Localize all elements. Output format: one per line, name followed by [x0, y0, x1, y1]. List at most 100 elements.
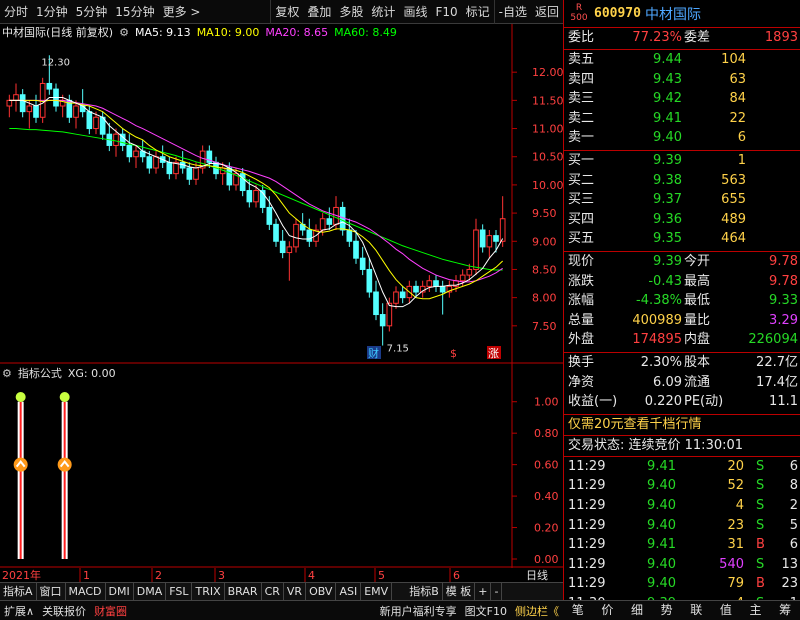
indicator-tab-16[interactable]: -: [491, 583, 503, 600]
fund-row: 收益(一) 0.220 PE(动) 11.1: [564, 392, 800, 411]
status-right-0[interactable]: 新用户福利专享: [376, 603, 461, 619]
candle[interactable]: [433, 275, 439, 292]
indicator-tab-12[interactable]: EMV: [361, 583, 393, 600]
toolbar-item-8[interactable]: 统计: [367, 0, 399, 24]
indicator-tab-5[interactable]: FSL: [166, 583, 193, 600]
candle[interactable]: [399, 286, 406, 304]
candle[interactable]: [326, 207, 333, 230]
candle[interactable]: [419, 280, 426, 298]
candle[interactable]: [293, 218, 299, 253]
indicator-tab-11[interactable]: ASI: [336, 583, 362, 600]
candle[interactable]: [286, 241, 293, 281]
indicator-tab-2[interactable]: MACD: [66, 583, 106, 600]
indicator-tab-7[interactable]: BRAR: [225, 583, 262, 600]
toolbar-item-4[interactable]: 更多 >: [159, 0, 205, 24]
indicator-tab-13[interactable]: 指标B: [406, 583, 443, 600]
indicator-tab-14[interactable]: 模 板: [443, 583, 476, 600]
quote-tab-1[interactable]: 价: [593, 601, 623, 620]
toolbar-item-12[interactable]: -自选: [493, 0, 531, 24]
indicator-tab-0[interactable]: 指标A: [0, 583, 37, 600]
status-item-2[interactable]: 财富圈: [90, 603, 131, 619]
candle[interactable]: [359, 246, 366, 276]
candle[interactable]: [426, 275, 433, 292]
indicator-tab-15[interactable]: +: [475, 583, 492, 600]
status-right-1[interactable]: 图文F10: [461, 603, 511, 619]
candle[interactable]: [26, 100, 33, 129]
candle[interactable]: [493, 230, 499, 253]
indicator-tab-4[interactable]: DMA: [134, 583, 167, 600]
candle[interactable]: [379, 303, 386, 346]
indicator-tab-8[interactable]: CR: [262, 583, 284, 600]
candle[interactable]: [119, 128, 126, 152]
candle[interactable]: [306, 218, 313, 247]
quote-tab-7[interactable]: 筹: [770, 601, 800, 620]
status-right-2[interactable]: 侧边栏《: [511, 603, 563, 619]
candle[interactable]: [126, 134, 133, 163]
candle[interactable]: [33, 94, 39, 123]
candle[interactable]: [366, 258, 373, 298]
candle[interactable]: [133, 145, 139, 168]
toolbar-item-13[interactable]: 返回: [531, 0, 563, 24]
rating-badge[interactable]: R 500: [568, 3, 590, 25]
status-item-0[interactable]: 扩展∧: [0, 603, 38, 619]
month-label: 3: [218, 569, 225, 582]
toolbar-item-9[interactable]: 画线: [399, 0, 431, 24]
ma-toggle-icon[interactable]: ⚙: [119, 26, 129, 39]
period-label[interactable]: 日线: [526, 568, 548, 582]
toolbar-item-0[interactable]: 分时: [0, 0, 32, 24]
candle[interactable]: [6, 94, 13, 118]
toolbar-item-1[interactable]: 1分钟: [32, 0, 72, 24]
price-tick-label: 10.50: [532, 151, 563, 164]
quote-tab-2[interactable]: 细: [622, 601, 652, 620]
candle[interactable]: [373, 280, 379, 321]
signal-marker[interactable]: [57, 392, 72, 559]
indicator-tab-3[interactable]: DMI: [106, 583, 134, 600]
quote-tab-0[interactable]: 笔: [563, 601, 593, 620]
indicator-tab-9[interactable]: VR: [284, 583, 307, 600]
toolbar-item-10[interactable]: F10: [431, 0, 461, 24]
toolbar-item-7[interactable]: 多股: [335, 0, 367, 24]
quote-tab-5[interactable]: 值: [711, 601, 741, 620]
candle[interactable]: [279, 230, 286, 259]
event-marker-1[interactable]: $: [450, 347, 457, 360]
quote-tab-6[interactable]: 主: [741, 601, 771, 620]
candle[interactable]: [179, 151, 186, 174]
candle[interactable]: [446, 280, 453, 298]
candle[interactable]: [186, 162, 193, 185]
candle[interactable]: [19, 89, 26, 118]
stock-name[interactable]: 中材国际: [645, 4, 701, 24]
candle[interactable]: [486, 230, 493, 259]
candle[interactable]: [153, 151, 159, 174]
toolbar-item-2[interactable]: 5分钟: [72, 0, 112, 24]
candle[interactable]: [73, 100, 79, 129]
candle[interactable]: [99, 111, 106, 140]
toolbar-item-6[interactable]: 叠加: [303, 0, 335, 24]
toolbar-item-5[interactable]: 复权: [270, 0, 303, 24]
candle[interactable]: [13, 83, 19, 112]
candle[interactable]: [166, 156, 173, 180]
promo-row[interactable]: 仅需20元查看千档行情: [564, 415, 800, 434]
candle[interactable]: [173, 156, 179, 180]
candle[interactable]: [159, 145, 166, 168]
signal-marker[interactable]: [13, 392, 28, 559]
status-item-1[interactable]: 关联报价: [38, 603, 90, 619]
indicator-chart[interactable]: 1.00 0.80 0.60 0.40 0.20 0.00: [0, 364, 563, 568]
event-marker-0[interactable]: 财: [368, 346, 379, 360]
toolbar-item-11[interactable]: 标记: [462, 0, 494, 24]
candle[interactable]: [199, 145, 206, 174]
kline-chart[interactable]: 12.00 11.50 11.00 10.50 10.00 9.50 9.00 8.50 8.0…: [0, 24, 563, 364]
indicator-tab-1[interactable]: 窗口: [37, 583, 66, 600]
candle[interactable]: [393, 286, 399, 309]
quote-tab-3[interactable]: 势: [652, 601, 682, 620]
indicator-tab-6[interactable]: TRIX: [192, 583, 225, 600]
toolbar-item-3[interactable]: 15分钟: [111, 0, 158, 24]
candle[interactable]: [273, 218, 279, 247]
event-marker-2[interactable]: 涨: [488, 347, 499, 360]
indicator-menu-icon[interactable]: ⚙: [2, 367, 12, 380]
candle[interactable]: [339, 201, 346, 236]
indicator-tab-10[interactable]: OBV: [306, 583, 337, 600]
candle[interactable]: [259, 184, 266, 214]
candle[interactable]: [479, 224, 486, 253]
quote-tab-4[interactable]: 联: [682, 601, 712, 620]
candle[interactable]: [66, 94, 73, 123]
